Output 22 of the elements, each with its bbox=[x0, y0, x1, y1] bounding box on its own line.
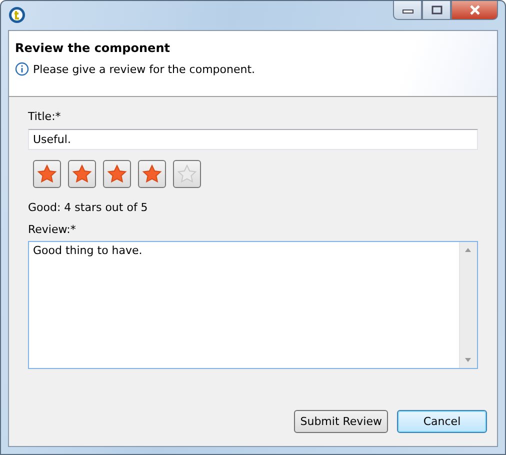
star-button[interactable] bbox=[138, 160, 166, 188]
dialog-button[interactable]: Cancel bbox=[397, 410, 487, 433]
info-icon bbox=[15, 62, 29, 76]
close-icon bbox=[468, 5, 482, 15]
scrollbar[interactable] bbox=[459, 242, 477, 368]
close-button[interactable] bbox=[451, 1, 498, 20]
review-field[interactable]: Good thing to have. bbox=[28, 241, 478, 369]
app-icon bbox=[8, 6, 26, 24]
review-label: Review:* bbox=[28, 222, 76, 237]
info-message: Please give a review for the component. bbox=[33, 62, 256, 76]
title-field[interactable]: Useful. bbox=[28, 129, 478, 150]
maximize-icon bbox=[430, 5, 442, 15]
star-button[interactable] bbox=[33, 160, 61, 188]
dialog-title: Review the component bbox=[15, 41, 170, 55]
star-button[interactable] bbox=[173, 160, 201, 188]
maximize-button[interactable] bbox=[422, 1, 451, 20]
dialog-button[interactable]: Submit Review bbox=[294, 410, 388, 433]
minimize-button[interactable] bbox=[393, 1, 422, 20]
star-button[interactable] bbox=[103, 160, 131, 188]
rating-text: Good: 4 stars out of 5 bbox=[28, 200, 148, 215]
star-button[interactable] bbox=[68, 160, 96, 188]
title-label: Title:* bbox=[28, 109, 61, 124]
